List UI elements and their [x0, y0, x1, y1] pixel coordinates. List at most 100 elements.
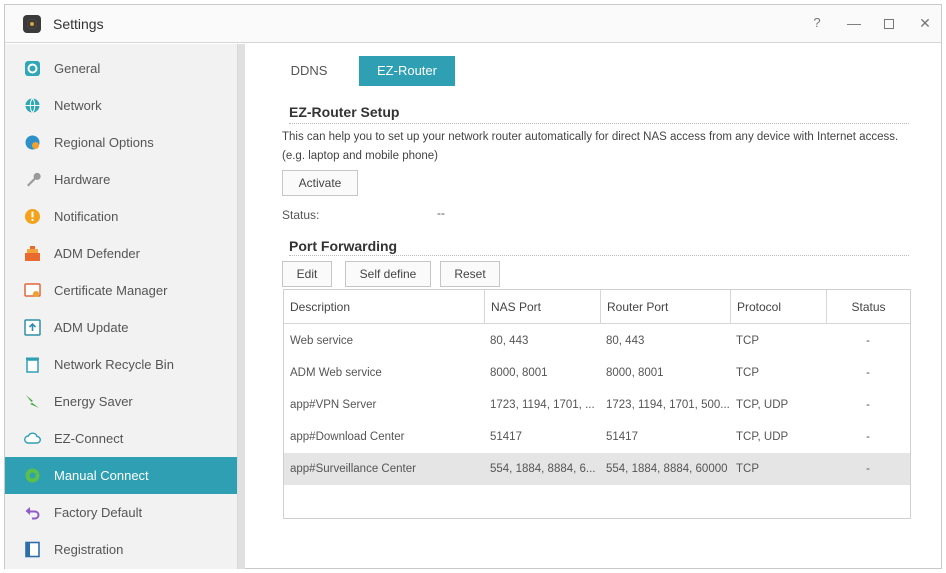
- sidebar-item-label: ADM Defender: [54, 246, 140, 261]
- column-header-router-port[interactable]: Router Port: [600, 290, 730, 324]
- regional-options-icon: [25, 135, 40, 150]
- tab-ez-router[interactable]: EZ-Router: [359, 56, 455, 86]
- cell-status: -: [866, 335, 870, 347]
- table-row[interactable]: app#Download Center 51417 51417 TCP, UDP…: [284, 421, 910, 453]
- cell-status: -: [866, 431, 870, 443]
- cell-nas-port: 80, 443: [490, 335, 529, 347]
- sidebar-item-notification[interactable]: Notification: [5, 198, 237, 235]
- certificate-icon: [24, 283, 41, 297]
- sidebar-item-label: Regional Options: [54, 135, 154, 150]
- cell-nas-port: 1723, 1194, 1701, ...: [490, 399, 595, 411]
- factory-default-icon: [25, 507, 40, 520]
- cell-protocol: TCP: [736, 367, 759, 379]
- sidebar-item-label: Manual Connect: [54, 468, 149, 483]
- sidebar-item-registration[interactable]: Registration: [5, 531, 237, 568]
- cell-status: -: [866, 463, 870, 475]
- sidebar-item-label: ADM Update: [54, 320, 129, 335]
- sidebar-item-ez-connect[interactable]: EZ-Connect: [5, 420, 237, 457]
- sidebar-item-adm-defender[interactable]: ADM Defender: [5, 235, 237, 272]
- sidebar-item-label: Notification: [54, 209, 119, 224]
- cell-status: -: [866, 399, 870, 411]
- cell-router-port: 1723, 1194, 1701, 500...: [606, 399, 730, 411]
- table-row[interactable]: ADM Web service 8000, 8001 8000, 8001 TC…: [284, 357, 910, 389]
- sidebar-item-label: Factory Default: [54, 505, 143, 520]
- self-define-button[interactable]: Self define: [345, 261, 431, 287]
- network-globe-icon: [25, 98, 40, 113]
- sidebar-item-label: Certificate Manager: [54, 283, 168, 298]
- energy-saver-icon: [26, 395, 39, 408]
- table-row[interactable]: Web service 80, 443 80, 443 TCP -: [284, 325, 910, 357]
- table-row[interactable]: app#VPN Server 1723, 1194, 1701, ... 172…: [284, 389, 910, 421]
- sidebar-item-certificate-manager[interactable]: Certificate Manager: [5, 272, 237, 309]
- column-header-nas-port[interactable]: NAS Port: [484, 290, 600, 324]
- settings-window: Settings ? — ✕ General Network Regional …: [4, 4, 942, 569]
- cell-description: app#Surveillance Center: [290, 463, 416, 475]
- sidebar-item-regional-options[interactable]: Regional Options: [5, 124, 237, 161]
- recycle-bin-icon: [26, 357, 39, 373]
- table-row-selected[interactable]: app#Surveillance Center 554, 1884, 8884,…: [284, 453, 910, 485]
- sidebar-item-network[interactable]: Network: [5, 87, 237, 124]
- main-panel: DDNS EZ-Router EZ-Router Setup This can …: [249, 44, 939, 569]
- activate-button[interactable]: Activate: [282, 170, 358, 196]
- close-button[interactable]: ✕: [913, 11, 937, 35]
- edit-button[interactable]: Edit: [282, 261, 332, 287]
- section-divider: [289, 123, 909, 124]
- cell-router-port: 8000, 8001: [606, 367, 664, 379]
- reset-button[interactable]: Reset: [440, 261, 500, 287]
- sidebar: General Network Regional Options Hardwar…: [5, 44, 237, 569]
- sidebar-item-energy-saver[interactable]: Energy Saver: [5, 383, 237, 420]
- column-header-description[interactable]: Description: [284, 290, 484, 324]
- maximize-button[interactable]: [877, 11, 901, 35]
- cell-router-port: 554, 1884, 8884, 60000: [606, 463, 728, 475]
- column-header-status[interactable]: Status: [826, 290, 910, 324]
- sidebar-item-network-recycle-bin[interactable]: Network Recycle Bin: [5, 346, 237, 383]
- status-value: --: [437, 206, 445, 220]
- port-forwarding-table: Description NAS Port Router Port Protoco…: [283, 289, 911, 519]
- sidebar-item-hardware[interactable]: Hardware: [5, 161, 237, 198]
- sidebar-item-adm-update[interactable]: ADM Update: [5, 309, 237, 346]
- cell-nas-port: 554, 1884, 8884, 6...: [490, 463, 596, 475]
- section-divider: [289, 255, 909, 256]
- settings-app-icon: [23, 15, 41, 33]
- cell-description: Web service: [290, 335, 354, 347]
- cell-nas-port: 51417: [490, 431, 522, 443]
- cell-protocol: TCP, UDP: [736, 399, 789, 411]
- sidebar-item-label: EZ-Connect: [54, 431, 124, 446]
- title-bar: Settings ? — ✕: [5, 5, 941, 43]
- adm-defender-icon: [25, 246, 40, 261]
- cell-router-port: 51417: [606, 431, 638, 443]
- help-button[interactable]: ?: [805, 11, 829, 35]
- sidebar-item-label: Network: [54, 98, 102, 113]
- sidebar-item-factory-default[interactable]: Factory Default: [5, 494, 237, 531]
- cell-protocol: TCP: [736, 335, 759, 347]
- sidebar-item-label: Registration: [54, 542, 124, 557]
- status-label: Status:: [282, 208, 320, 222]
- sidebar-item-label: Network Recycle Bin: [54, 357, 174, 372]
- cell-description: app#Download Center: [290, 431, 405, 443]
- cell-router-port: 80, 443: [606, 335, 645, 347]
- adm-update-icon: [24, 319, 41, 336]
- cell-protocol: TCP: [736, 463, 759, 475]
- sidebar-item-label: Energy Saver: [54, 394, 133, 409]
- manual-connect-icon: [25, 468, 40, 483]
- notification-icon: [25, 209, 40, 224]
- cell-description: app#VPN Server: [290, 399, 377, 411]
- sidebar-item-general[interactable]: General: [5, 50, 237, 87]
- column-header-protocol[interactable]: Protocol: [730, 290, 826, 324]
- general-icon: [25, 61, 40, 76]
- window-title: Settings: [53, 16, 104, 32]
- cell-status: -: [866, 367, 870, 379]
- registration-icon: [25, 541, 40, 558]
- sidebar-item-manual-connect[interactable]: Manual Connect: [5, 457, 237, 494]
- ez-connect-cloud-icon: [24, 432, 41, 444]
- sidebar-item-label: General: [54, 61, 101, 76]
- port-forwarding-title: Port Forwarding: [289, 238, 398, 254]
- ez-router-description: This can help you to set up your network…: [282, 131, 899, 162]
- sidebar-item-label: Hardware: [54, 172, 111, 187]
- tab-ddns[interactable]: DDNS: [279, 56, 339, 86]
- cell-protocol: TCP, UDP: [736, 431, 789, 443]
- hardware-wrench-icon: [27, 172, 41, 187]
- maximize-icon: [884, 19, 894, 30]
- sidebar-scrollbar[interactable]: [237, 44, 245, 569]
- minimize-button[interactable]: —: [842, 11, 866, 35]
